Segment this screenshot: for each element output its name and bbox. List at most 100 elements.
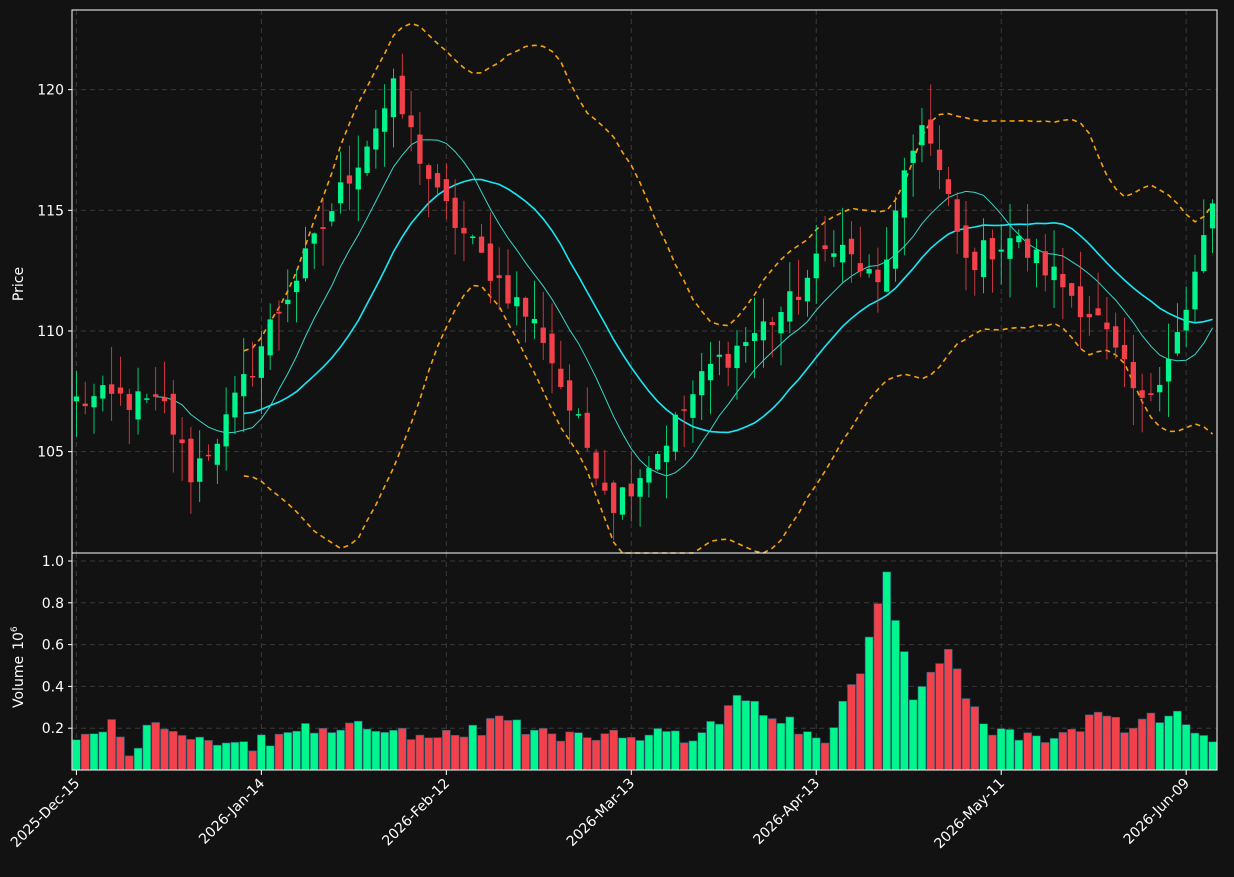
candle-body <box>311 233 317 244</box>
candle-body <box>848 238 855 255</box>
candle-body <box>91 396 97 408</box>
candle-body <box>884 259 890 292</box>
volume-axis-label-exponent-base: 10 <box>11 632 27 650</box>
volume-bar <box>759 715 768 771</box>
volume-bar <box>732 695 742 771</box>
volume-bar <box>618 737 627 771</box>
candle-body <box>593 452 599 479</box>
candle-body <box>487 243 494 281</box>
volume-bar <box>151 722 160 771</box>
volume-bar <box>186 739 196 771</box>
candle-body <box>144 398 150 400</box>
volume-bar <box>582 737 592 771</box>
volume-bar <box>503 720 513 771</box>
candle-body <box>769 322 775 325</box>
candle-body <box>813 253 819 279</box>
volume-bar <box>530 729 539 771</box>
candle-body <box>919 125 925 146</box>
volume-bar <box>230 742 240 771</box>
candle-body <box>707 363 714 381</box>
volume-bar <box>1181 724 1191 771</box>
candle-body <box>399 75 405 115</box>
candle-body <box>346 175 353 184</box>
volume-bar <box>873 603 883 771</box>
volume-bar <box>547 733 557 771</box>
candle-body <box>1095 308 1101 316</box>
volume-bar <box>785 716 795 771</box>
candle-body <box>531 318 538 324</box>
volume-bar <box>600 733 610 771</box>
candle-body <box>1051 266 1057 281</box>
candle-body <box>214 443 220 465</box>
volume-bar <box>1076 731 1085 771</box>
candle-body <box>875 269 881 283</box>
candlestick-chart: 105 110 115 120 0.2 0.4 0.6 0.8 1.0 2025-Dec-15… <box>0 0 1234 873</box>
candle-body <box>1121 344 1128 360</box>
volume-bar <box>847 684 856 771</box>
price-tick-label: 120 <box>37 83 64 99</box>
price-tick-label: 115 <box>37 203 64 219</box>
candle-body <box>1174 332 1181 354</box>
volume-bar <box>398 727 407 771</box>
candle-body <box>153 394 159 397</box>
candle-body <box>690 394 696 418</box>
candle-body <box>602 482 608 491</box>
candle-body <box>1007 238 1013 259</box>
candle-body <box>910 150 916 163</box>
candle-body <box>1148 393 1154 395</box>
volume-bar <box>706 721 715 771</box>
candle-body <box>390 78 397 118</box>
volume-bar <box>741 700 751 771</box>
candle-body <box>1113 326 1119 348</box>
candle-body <box>989 238 996 260</box>
volume-bar <box>1173 710 1182 771</box>
candle-body <box>1033 249 1040 264</box>
volume-bar <box>979 723 988 771</box>
candle-body <box>108 384 115 394</box>
price-axis-label: Price <box>11 267 27 301</box>
volume-bar <box>124 755 134 771</box>
candle-body <box>998 249 1004 252</box>
candle-body <box>417 134 423 164</box>
volume-bar <box>353 720 363 771</box>
candle-body <box>320 227 326 229</box>
volume-bar <box>715 723 724 771</box>
volume-bar <box>820 742 830 771</box>
volume-bar <box>433 737 442 771</box>
candle-body <box>743 342 749 346</box>
candle-body <box>355 167 361 190</box>
candle-body <box>1209 203 1216 229</box>
candle-body <box>337 182 344 204</box>
candle-body <box>558 368 564 387</box>
volume-bar <box>424 737 433 771</box>
candle-body <box>241 374 247 397</box>
volume-bar <box>521 734 530 771</box>
volume-bar <box>776 723 786 771</box>
candle-body <box>611 482 617 513</box>
candle-body <box>505 275 511 304</box>
volume-bar <box>1199 735 1209 771</box>
candle-body <box>1130 362 1136 389</box>
candle-body <box>1183 309 1189 331</box>
volume-bar <box>318 727 328 771</box>
candle-body <box>205 454 212 457</box>
candle-body <box>82 403 88 407</box>
candle-body <box>655 454 661 470</box>
volume-bar <box>1190 732 1200 771</box>
volume-bar <box>574 732 583 771</box>
volume-bar <box>882 571 891 771</box>
candle-body <box>840 244 846 263</box>
volume-bar <box>406 739 416 771</box>
candle-body <box>734 345 740 369</box>
volume-bar <box>996 728 1006 771</box>
volume-bar <box>450 734 460 771</box>
volume-bar <box>195 736 204 771</box>
candle-body <box>637 478 643 497</box>
candle-body <box>1165 358 1172 382</box>
volume-bar <box>662 731 671 771</box>
volume-bar <box>204 740 213 771</box>
volume-bar <box>459 736 469 771</box>
volume-bar <box>688 740 698 771</box>
volume-bar <box>89 733 99 771</box>
volume-bar <box>142 724 152 771</box>
